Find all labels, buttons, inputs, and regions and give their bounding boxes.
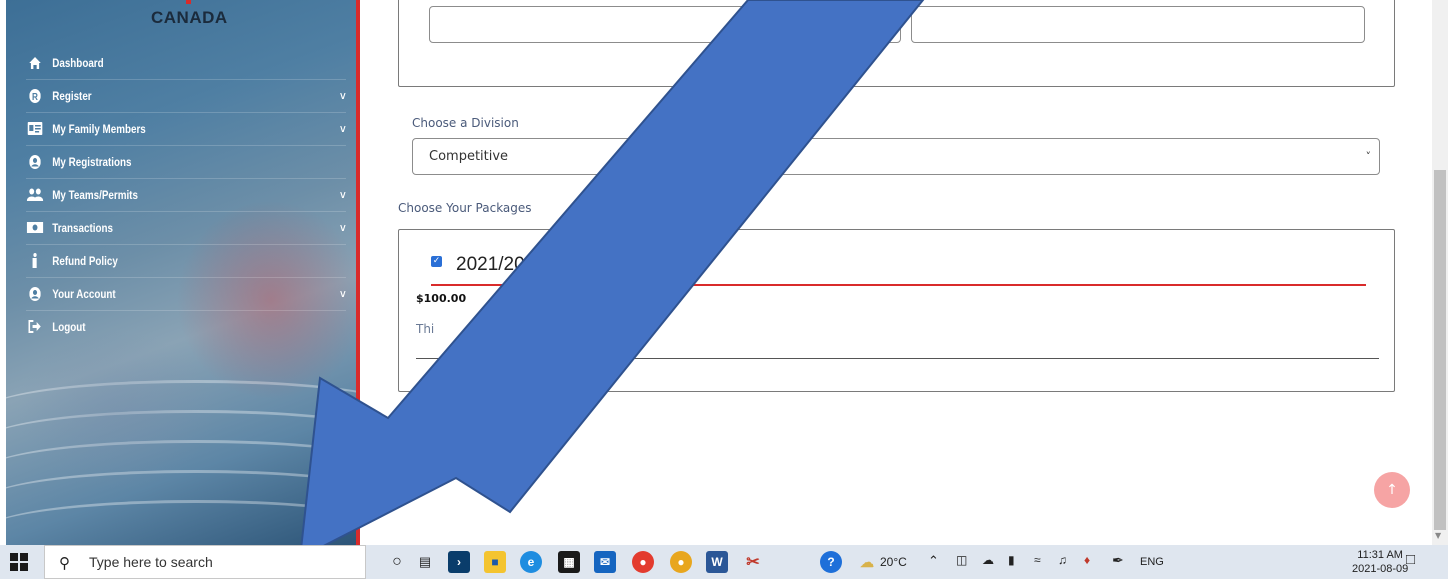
cortana-icon[interactable]: ○ <box>386 551 408 573</box>
mail-icon[interactable]: ✉ <box>594 551 616 573</box>
weather-icon[interactable]: ☁ <box>856 551 878 573</box>
sidebar-item-my-registrations[interactable]: My Registrations <box>26 145 346 178</box>
notification-icon[interactable]: □ <box>1406 551 1415 568</box>
sidebar-item-dashboard[interactable]: Dashboard <box>26 46 346 79</box>
id-card-icon <box>26 122 44 135</box>
package-description-end: uld go. <box>606 322 647 336</box>
sidebar-item-label: Register <box>52 88 92 103</box>
sidebar-item-register[interactable]: R Register ˅ <box>26 79 346 112</box>
edge-browser-icon[interactable]: e <box>520 551 542 573</box>
money-icon <box>26 222 44 233</box>
app-window: CANADA Dashboard R Register ˅ My Family … <box>0 0 1448 579</box>
r-circle-icon: R <box>26 88 44 103</box>
weather-temperature[interactable]: 20°C <box>880 555 907 569</box>
meet-icon[interactable]: ◫ <box>956 553 967 567</box>
sidebar-item-transactions[interactable]: Transactions ˅ <box>26 211 346 244</box>
tray-app-icon[interactable]: ♦ <box>1084 553 1090 567</box>
volume-icon[interactable]: ♫ <box>1058 553 1067 567</box>
powershell-icon[interactable]: › <box>448 551 470 573</box>
taskbar-search-box[interactable]: ⚲ Type here to search <box>44 545 366 579</box>
package-checkbox[interactable]: ✓ <box>431 256 442 267</box>
help-icon[interactable]: ? <box>820 551 842 573</box>
chevron-down-icon: ˅ <box>1365 150 1372 163</box>
package-price: $100.00 <box>416 292 467 305</box>
sidebar-decoration <box>6 500 358 545</box>
chrome-icon[interactable]: ● <box>632 551 654 573</box>
division-selected-value: Competitive <box>429 149 509 164</box>
brand-logo-text: CANADA <box>151 8 228 27</box>
store-icon[interactable]: ▦ <box>558 551 580 573</box>
file-explorer-icon[interactable]: ■ <box>484 551 506 573</box>
sidebar-item-label: Dashboard <box>52 55 104 70</box>
user-circle-icon <box>26 286 44 301</box>
package-card: ✓ 2021/20 $100.00 Thi uld go. <box>398 229 1395 392</box>
chevron-up-icon[interactable]: ⌃ <box>928 553 939 569</box>
snipping-tool-icon[interactable]: ✂ <box>742 551 764 573</box>
language-indicator[interactable]: ENG <box>1140 556 1164 568</box>
home-icon <box>26 56 44 70</box>
scroll-down-arrow[interactable]: ▼ <box>1435 531 1441 540</box>
clock-date: 2021-08-09 <box>1352 563 1409 575</box>
windows-taskbar: ⚲ Type here to search ○ ▤ › ■ e ▦ ✉ ● ● … <box>0 545 1448 579</box>
sidebar-item-label: My Registrations <box>52 154 132 169</box>
sidebar-item-logout[interactable]: Logout <box>26 310 346 343</box>
logout-icon <box>26 320 44 333</box>
packages-label: Choose Your Packages <box>398 201 532 215</box>
sidebar-decoration <box>16 330 216 490</box>
sidebar-nav: Dashboard R Register ˅ My Family Members… <box>26 46 346 343</box>
windows-start-button[interactable] <box>10 553 28 571</box>
sidebar-item-teams-permits[interactable]: My Teams/Permits ˅ <box>26 178 346 211</box>
package-title: 2021/20 <box>456 254 525 275</box>
clock-time: 11:31 AM <box>1357 549 1403 561</box>
word-icon[interactable]: W <box>706 551 728 573</box>
scrollbar-thumb[interactable] <box>1434 170 1446 530</box>
chevron-down-icon: ˅ <box>340 188 346 202</box>
division-select[interactable]: Competitive ˅ <box>412 138 1380 175</box>
task-view-icon[interactable]: ▤ <box>414 551 436 573</box>
main-content: Choose a Division Competitive ˅ Choose Y… <box>360 0 1432 545</box>
arrow-up-icon: ↑ <box>1386 482 1398 498</box>
page-scrollbar[interactable]: ▼ <box>1432 0 1448 545</box>
sidebar-item-refund-policy[interactable]: Refund Policy <box>26 244 346 277</box>
chevron-down-icon: ˅ <box>340 287 346 301</box>
taskbar-clock[interactable]: 11:31 AM 2021-08-09 <box>1352 548 1408 576</box>
sidebar-item-label: Logout <box>52 319 86 334</box>
search-placeholder: Type here to search <box>89 554 213 570</box>
sidebar-item-label: Your Account <box>52 286 116 301</box>
chevron-down-icon: ˅ <box>340 89 346 103</box>
svg-text:R: R <box>32 91 38 102</box>
chevron-down-icon: ˅ <box>340 221 346 235</box>
brand-accent <box>186 0 191 4</box>
sidebar-item-label: Refund Policy <box>52 253 118 268</box>
sidebar-item-label: My Teams/Permits <box>52 187 138 202</box>
user-circle-icon <box>26 154 44 169</box>
info-icon <box>26 253 44 268</box>
wifi-icon[interactable]: ≈ <box>1034 553 1041 567</box>
sidebar-item-label: My Family Members <box>52 121 146 136</box>
pen-icon[interactable]: ✒ <box>1112 552 1124 569</box>
form-section <box>398 0 1395 87</box>
sidebar-item-family-members[interactable]: My Family Members ˅ <box>26 112 346 145</box>
onedrive-icon[interactable]: ☁ <box>982 553 994 567</box>
sidebar-item-your-account[interactable]: Your Account ˅ <box>26 277 346 310</box>
search-icon: ⚲ <box>59 555 70 572</box>
sidebar: CANADA Dashboard R Register ˅ My Family … <box>6 0 358 545</box>
package-divider <box>431 284 1366 286</box>
chevron-down-icon: ˅ <box>340 122 346 136</box>
package-description-start: Thi <box>416 322 435 336</box>
text-field-right[interactable] <box>911 6 1365 43</box>
back-to-top-button[interactable]: ↑ <box>1374 472 1410 508</box>
text-field-left[interactable] <box>429 6 901 43</box>
users-icon <box>26 188 44 201</box>
battery-icon[interactable]: ▮ <box>1008 553 1015 567</box>
divider <box>416 358 1379 359</box>
chrome-icon[interactable]: ● <box>670 551 692 573</box>
division-label: Choose a Division <box>412 116 519 130</box>
sidebar-item-label: Transactions <box>52 220 113 235</box>
